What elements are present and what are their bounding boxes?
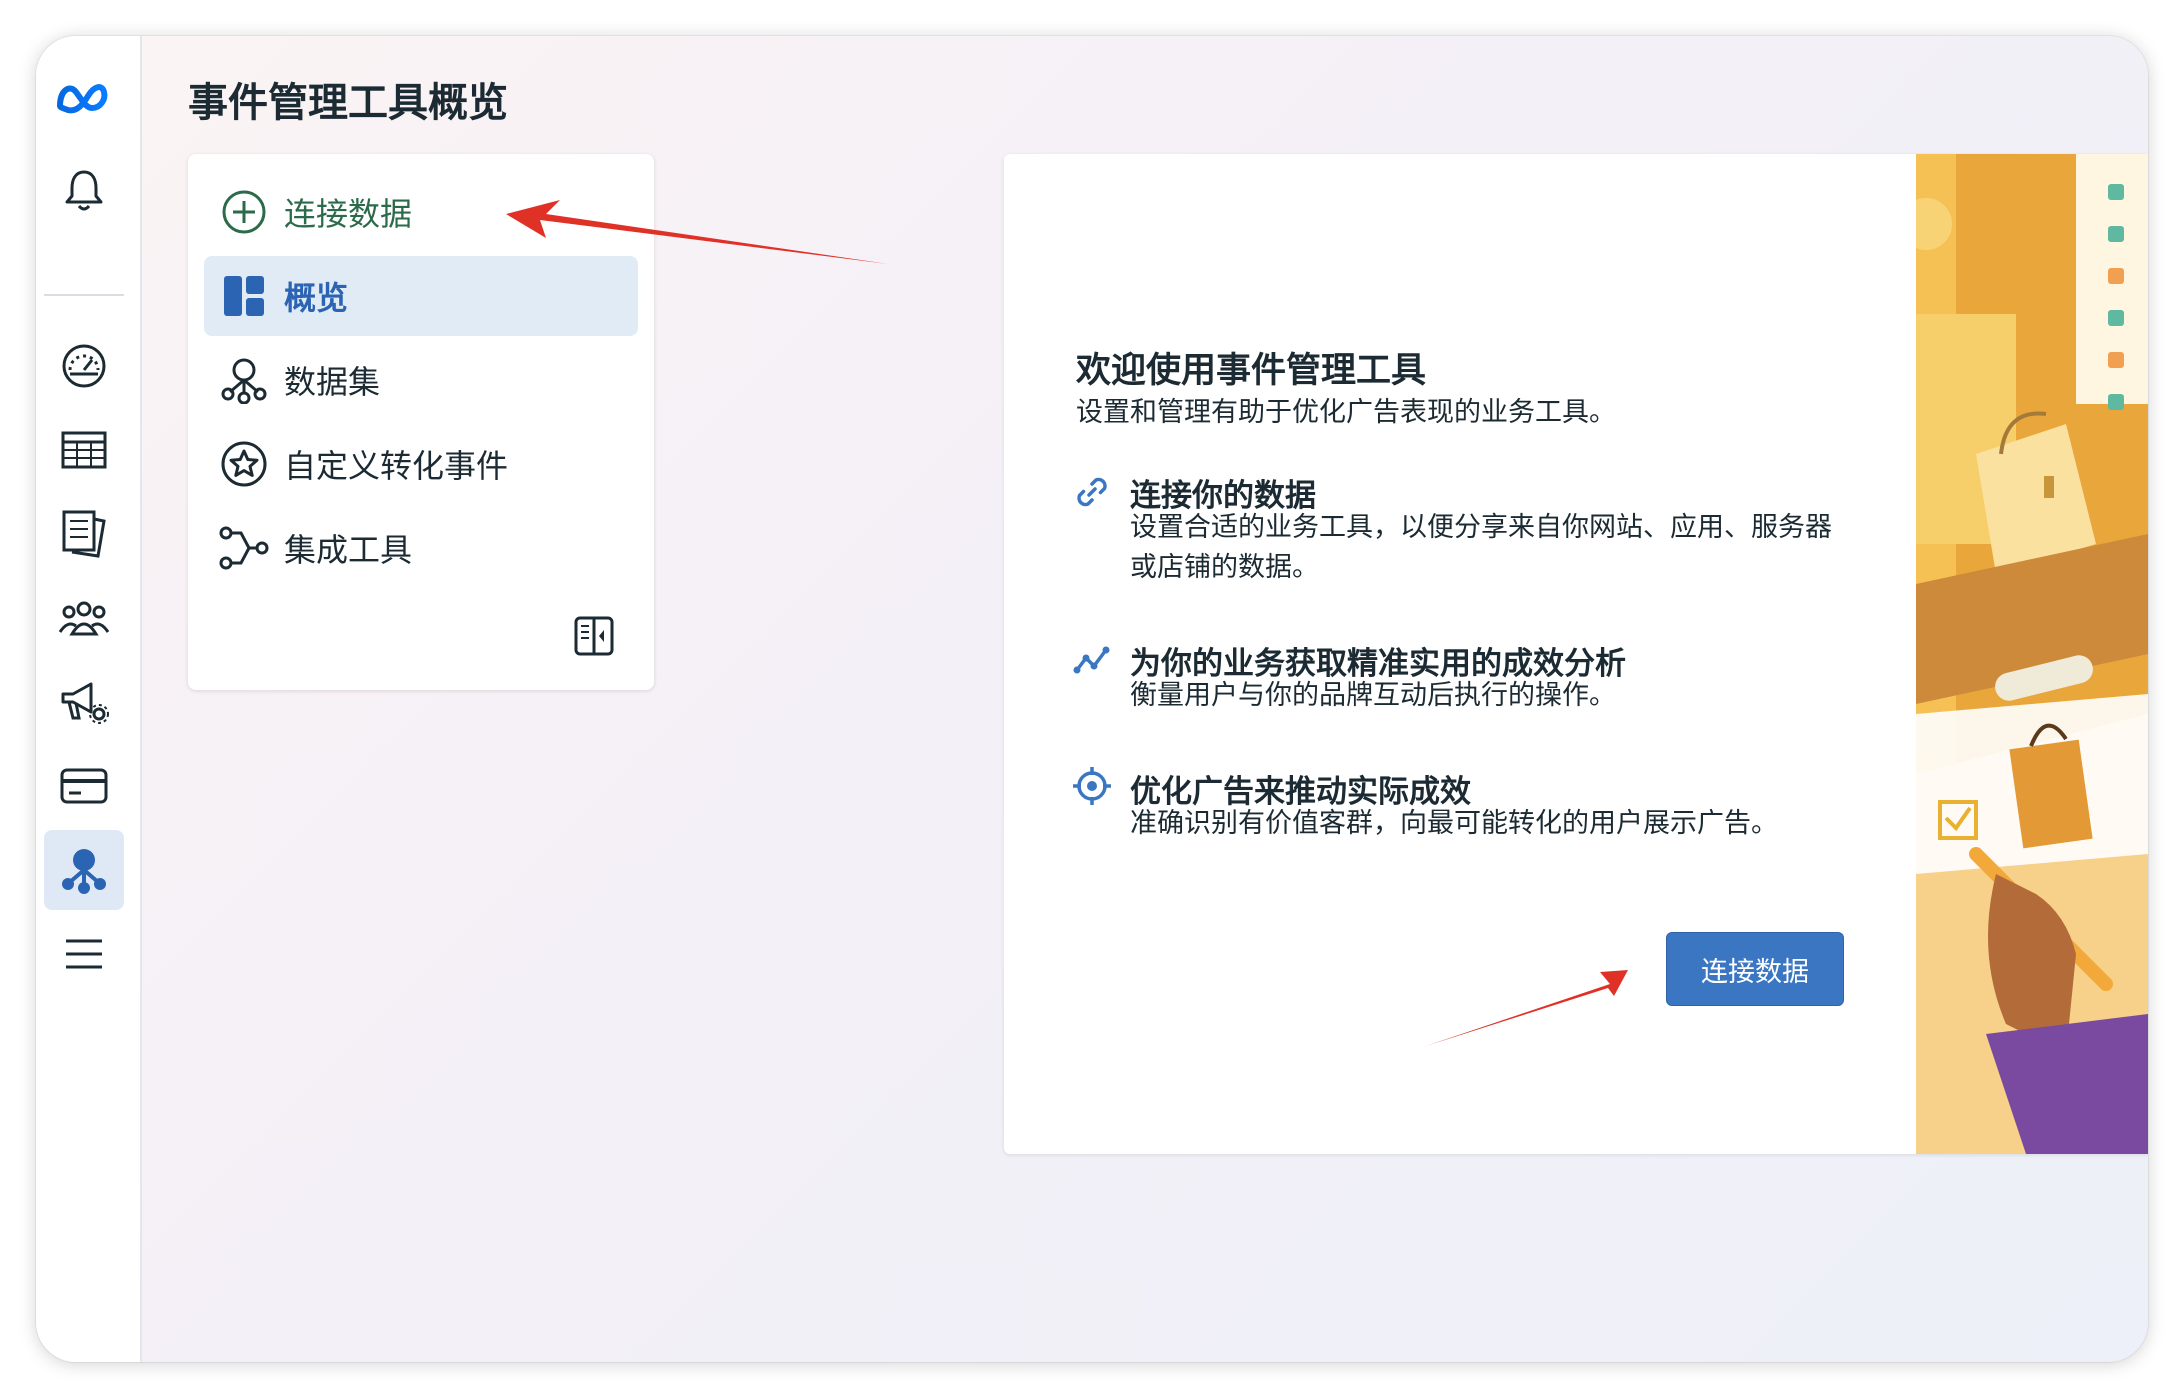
table-icon[interactable] — [44, 410, 124, 490]
link-icon — [1072, 472, 1112, 512]
nav-item-integrations[interactable]: 集成工具 — [204, 508, 638, 588]
billing-card-icon[interactable] — [44, 746, 124, 826]
shopping-illustration — [1900, 154, 2148, 1154]
audience-icon[interactable] — [44, 578, 124, 658]
events-manager-icon[interactable] — [44, 830, 124, 910]
dataset-icon — [218, 354, 270, 406]
welcome-card: 欢迎使用事件管理工具 设置和管理有助于优化广告表现的业务工具。 连接你的数据 设… — [1004, 154, 2148, 1154]
rail-divider — [44, 294, 124, 296]
nav-item-connect-data[interactable]: 连接数据 — [204, 172, 638, 252]
bell-icon[interactable] — [44, 150, 124, 230]
overview-icon — [218, 270, 270, 322]
feature-desc: 设置合适的业务工具，以便分享来自你网站、应用、服务器或店铺的数据。 — [1130, 512, 1832, 583]
megaphone-settings-icon[interactable] — [44, 662, 124, 742]
nav-item-label: 集成工具 — [284, 531, 413, 569]
analytics-icon — [1072, 640, 1112, 680]
events-manager-nav: 连接数据 概览 数据集 自定义转化事件 集成工具 — [188, 154, 654, 690]
nav-item-label: 概览 — [284, 279, 349, 317]
nav-item-custom-conversions[interactable]: 自定义转化事件 — [204, 424, 638, 504]
meta-logo-icon[interactable] — [44, 58, 124, 138]
menu-icon[interactable] — [44, 914, 124, 994]
feature-desc: 准确识别有价值客群，向最可能转化的用户展示广告。 — [1130, 808, 1778, 839]
integration-icon — [218, 522, 270, 574]
page-title: 事件管理工具概览 — [188, 80, 508, 126]
nav-item-label: 自定义转化事件 — [284, 447, 509, 485]
star-badge-icon — [218, 438, 270, 490]
app-window: 事件管理工具概览 连接数据 概览 数据集 自定义转化事件 集成工具 欢迎使用事件… — [36, 36, 2148, 1362]
icon-rail — [36, 36, 142, 1362]
pages-icon[interactable] — [44, 494, 124, 574]
welcome-subtitle: 设置和管理有助于优化广告表现的业务工具。 — [1076, 397, 1616, 428]
nav-item-overview[interactable]: 概览 — [204, 256, 638, 336]
nav-item-datasets[interactable]: 数据集 — [204, 340, 638, 420]
plus-circle-icon — [218, 186, 270, 238]
collapse-panel-icon[interactable] — [574, 616, 614, 656]
feature-desc: 衡量用户与你的品牌互动后执行的操作。 — [1130, 680, 1616, 711]
dashboard-gauge-icon[interactable] — [44, 326, 124, 406]
welcome-title: 欢迎使用事件管理工具 — [1076, 351, 1427, 391]
connect-data-button[interactable]: 连接数据 — [1666, 932, 1844, 1006]
nav-item-label: 连接数据 — [284, 195, 413, 233]
target-icon — [1072, 766, 1112, 806]
nav-item-label: 数据集 — [284, 363, 381, 401]
